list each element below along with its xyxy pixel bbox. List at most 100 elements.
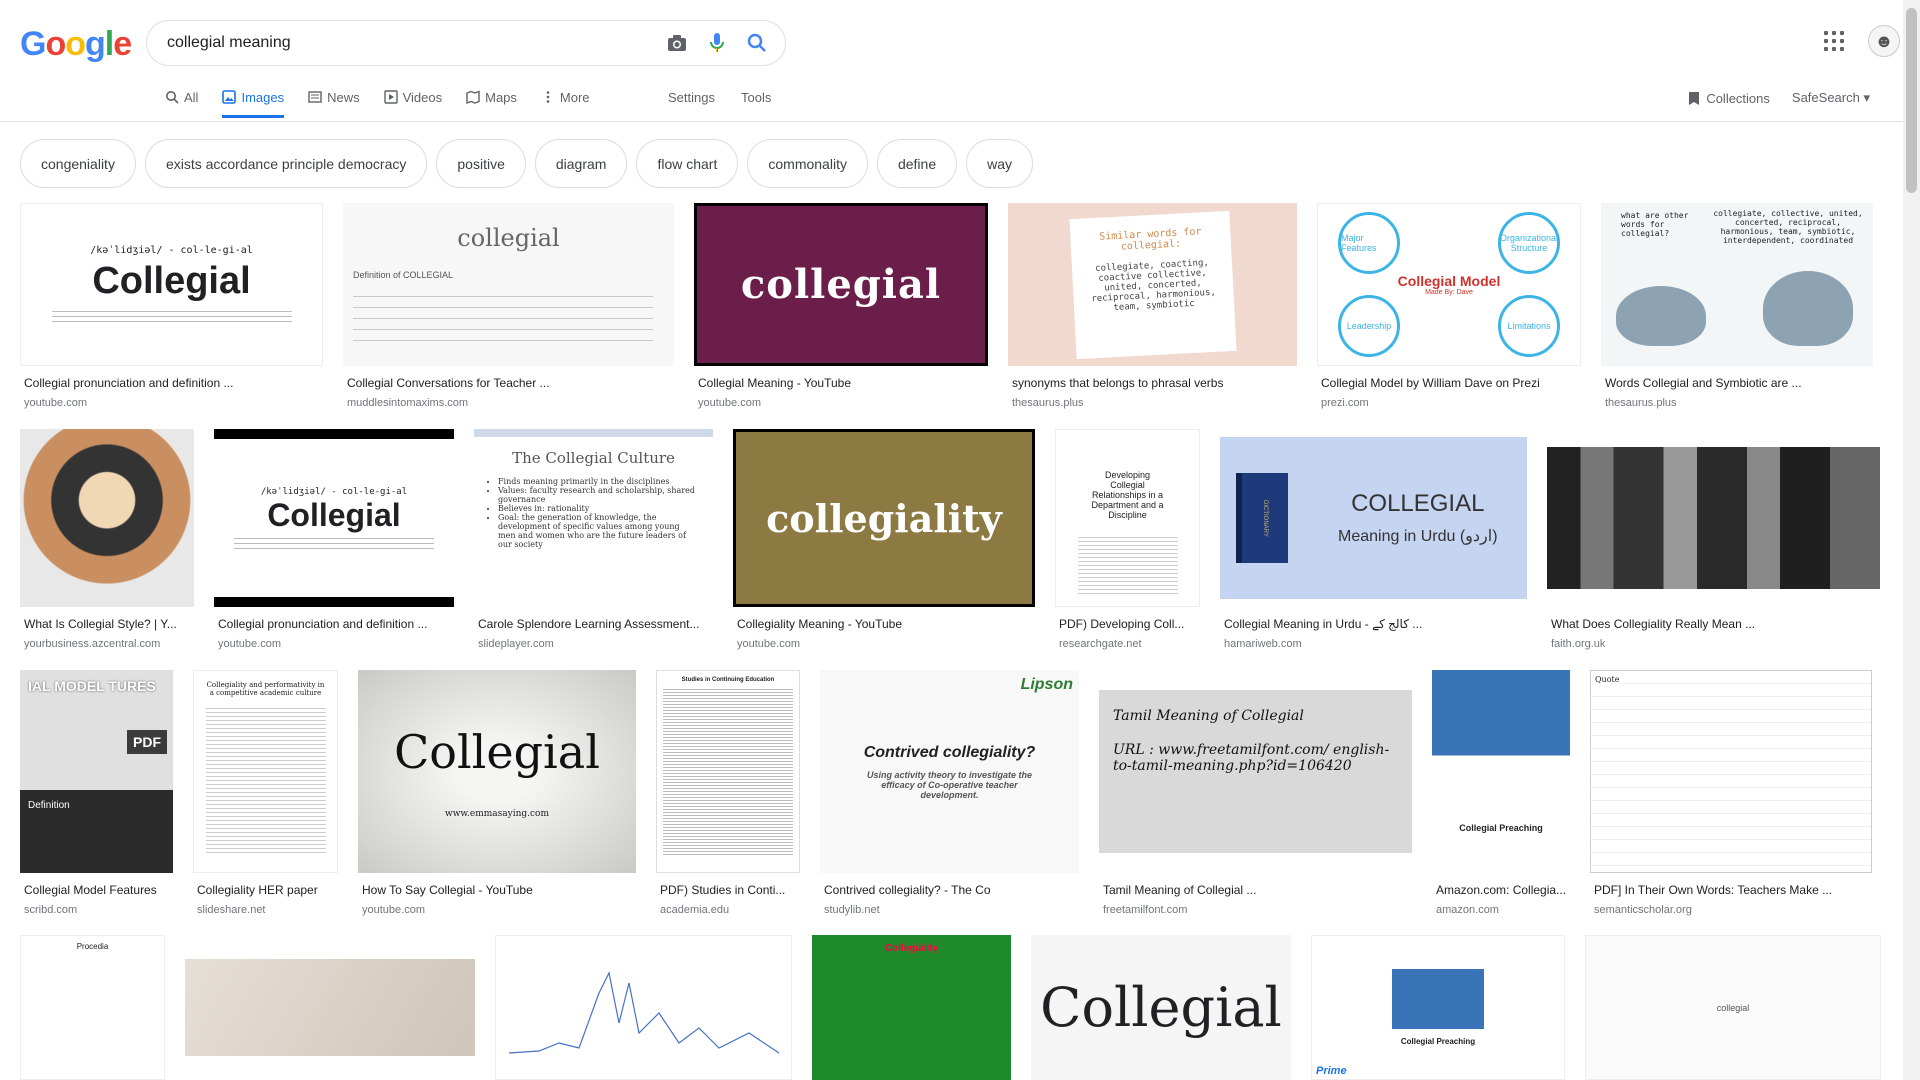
result-title[interactable]: PDF] In Their Own Words: Teachers Make .… <box>1590 883 1872 897</box>
result-title[interactable]: Collegiality HER paper <box>193 883 338 897</box>
result-title[interactable]: Collegial Model Features <box>20 883 173 897</box>
image-result[interactable]: collegiality Collegiality Meaning - YouT… <box>733 429 1035 650</box>
result-title[interactable]: Contrived collegiality? - The Co <box>820 883 1079 897</box>
result-source[interactable]: yourbusiness.azcentral.com <box>20 638 194 650</box>
result-source[interactable]: youtube.com <box>358 904 636 916</box>
related-search-chip[interactable]: define <box>876 139 958 188</box>
image-result[interactable]: collegial <box>1585 935 1881 1080</box>
result-source[interactable]: thesaurus.plus <box>1601 397 1873 409</box>
result-source[interactable]: researchgate.net <box>1055 638 1200 650</box>
image-result[interactable]: What Is Collegial Style? | Y... yourbusi… <box>20 429 194 650</box>
tools-link[interactable]: Tools <box>741 90 771 105</box>
tab-more[interactable]: More <box>541 82 590 118</box>
result-title[interactable]: PDF) Developing Coll... <box>1055 617 1200 631</box>
image-result[interactable]: Collegial Preaching Prime <box>1311 935 1565 1080</box>
result-title[interactable]: Collegiality Meaning - YouTube <box>733 617 1035 631</box>
image-result[interactable]: Procedia <box>20 935 165 1080</box>
collections-link[interactable]: Collections <box>1688 91 1770 106</box>
result-source[interactable]: academia.edu <box>656 904 800 916</box>
image-result[interactable]: what are other words for collegial? coll… <box>1601 203 1873 409</box>
image-result[interactable]: DICTIONARY COLLEGIAL Meaning in Urdu (ار… <box>1220 429 1527 650</box>
result-title[interactable]: Collegial Meaning in Urdu - کالج کے ... <box>1220 617 1527 631</box>
image-result[interactable]: The Collegial Culture Finds meaning prim… <box>474 429 713 650</box>
image-result[interactable]: collegial Collegial Meaning - YouTube yo… <box>694 203 988 409</box>
search-input[interactable]: collegial meaning <box>167 34 657 52</box>
result-title[interactable]: Collegial pronunciation and definition .… <box>20 376 323 390</box>
google-logo[interactable]: Google <box>20 25 132 64</box>
result-source[interactable]: semanticscholar.org <box>1590 904 1872 916</box>
result-title[interactable]: Carole Splendore Learning Assessment... <box>474 617 713 631</box>
scrollbar-thumb[interactable] <box>1906 8 1917 193</box>
result-title[interactable]: Collegial Meaning - YouTube <box>694 376 988 390</box>
result-source[interactable]: prezi.com <box>1317 397 1581 409</box>
image-result[interactable] <box>495 935 792 1080</box>
avatar[interactable]: ☻ <box>1868 25 1900 57</box>
search-box[interactable]: collegial meaning <box>146 20 786 66</box>
camera-icon[interactable] <box>657 23 697 63</box>
result-title[interactable]: Tamil Meaning of Collegial ... <box>1099 883 1412 897</box>
tab-maps[interactable]: Maps <box>466 82 517 118</box>
related-search-chip[interactable]: flow chart <box>636 139 739 188</box>
result-source[interactable]: studylib.net <box>820 904 1079 916</box>
result-title[interactable]: PDF) Studies in Conti... <box>656 883 800 897</box>
result-source[interactable]: thesaurus.plus <box>1008 397 1297 409</box>
page-scrollbar[interactable] <box>1903 0 1920 1080</box>
image-result[interactable]: Collegiality and performativity in a com… <box>193 670 338 916</box>
result-source[interactable]: faith.org.uk <box>1547 638 1880 650</box>
image-result[interactable]: Similar words for collegial: collegiate,… <box>1008 203 1297 409</box>
image-result[interactable]: Collegial <box>1031 935 1291 1080</box>
result-title[interactable]: Words Collegial and Symbiotic are ... <box>1601 376 1873 390</box>
result-source[interactable]: youtube.com <box>733 638 1035 650</box>
result-title[interactable]: What Is Collegial Style? | Y... <box>20 617 194 631</box>
result-title[interactable]: How To Say Collegial - YouTube <box>358 883 636 897</box>
result-source[interactable]: scribd.com <box>20 904 173 916</box>
image-result[interactable]: /kəˈlidʒiəl/ - col-le-gi-al Collegial Co… <box>20 203 323 409</box>
result-source[interactable]: youtube.com <box>694 397 988 409</box>
safesearch-dropdown[interactable]: SafeSearch ▾ <box>1792 90 1870 106</box>
result-source[interactable]: slideshare.net <box>193 904 338 916</box>
result-title[interactable]: Collegial pronunciation and definition .… <box>214 617 454 631</box>
image-result[interactable]: Lipson Contrived collegiality? Using act… <box>820 670 1079 916</box>
tab-images[interactable]: Images <box>222 82 285 118</box>
image-result[interactable]: Major Features Organizational Structure … <box>1317 203 1581 409</box>
related-search-chip[interactable]: positive <box>436 139 526 188</box>
result-title[interactable]: Amazon.com: Collegia... <box>1432 883 1570 897</box>
image-result[interactable]: Tamil Meaning of Collegial URL : www.fre… <box>1099 670 1412 916</box>
related-search-chip[interactable]: congeniality <box>20 139 136 188</box>
image-result[interactable]: Collegiality <box>812 935 1011 1080</box>
image-result[interactable]: Collegial www.emmasaying.com How To Say … <box>358 670 636 916</box>
related-search-chip[interactable]: diagram <box>534 139 628 188</box>
collections-label: Collections <box>1706 90 1770 106</box>
result-title[interactable]: synonyms that belongs to phrasal verbs <box>1008 376 1297 390</box>
image-result[interactable]: /kəˈlidʒiəl/ - col-le-gi-al Collegial Co… <box>214 429 454 650</box>
settings-link[interactable]: Settings <box>668 90 715 105</box>
result-title[interactable]: Collegial Conversations for Teacher ... <box>343 376 674 390</box>
image-result[interactable]: Quote PDF] In Their Own Words: Teachers … <box>1590 670 1872 916</box>
image-result[interactable]: Collegial Preaching Amazon.com: Collegia… <box>1432 670 1570 916</box>
tab-news[interactable]: News <box>308 82 360 118</box>
apps-grid-icon[interactable] <box>1824 31 1844 51</box>
result-source[interactable]: slideplayer.com <box>474 638 713 650</box>
result-source[interactable]: amazon.com <box>1432 904 1570 916</box>
related-search-chip[interactable]: way <box>966 139 1034 188</box>
image-result[interactable]: collegial Definition of COLLEGIAL Colleg… <box>343 203 674 409</box>
microphone-icon[interactable] <box>697 23 737 63</box>
result-title[interactable]: Collegial Model by William Dave on Prezi <box>1317 376 1581 390</box>
tab-all[interactable]: All <box>165 82 198 118</box>
image-result[interactable]: Developing Collegial Relationships in a … <box>1055 429 1200 650</box>
result-source[interactable]: youtube.com <box>20 397 323 409</box>
result-source[interactable]: hamariweb.com <box>1220 638 1527 650</box>
image-result[interactable]: IAL MODEL TURES PDF Definition Collegial… <box>20 670 173 916</box>
result-source[interactable]: youtube.com <box>214 638 454 650</box>
related-search-chip[interactable]: exists accordance principle democracy <box>144 139 428 188</box>
image-result[interactable]: What Does Collegiality Really Mean ... f… <box>1547 429 1880 650</box>
related-search-chip[interactable]: commonality <box>747 139 868 188</box>
image-result[interactable]: Studies in Continuing Education PDF) Stu… <box>656 670 800 916</box>
thumb-bubble: Organizational Structure <box>1498 212 1560 274</box>
result-source[interactable]: freetamilfont.com <box>1099 904 1412 916</box>
result-title[interactable]: What Does Collegiality Really Mean ... <box>1547 617 1880 631</box>
result-source[interactable]: muddlesintomaxims.com <box>343 397 674 409</box>
search-icon[interactable] <box>737 23 777 63</box>
image-result[interactable] <box>185 935 475 1080</box>
tab-videos[interactable]: Videos <box>383 82 442 118</box>
